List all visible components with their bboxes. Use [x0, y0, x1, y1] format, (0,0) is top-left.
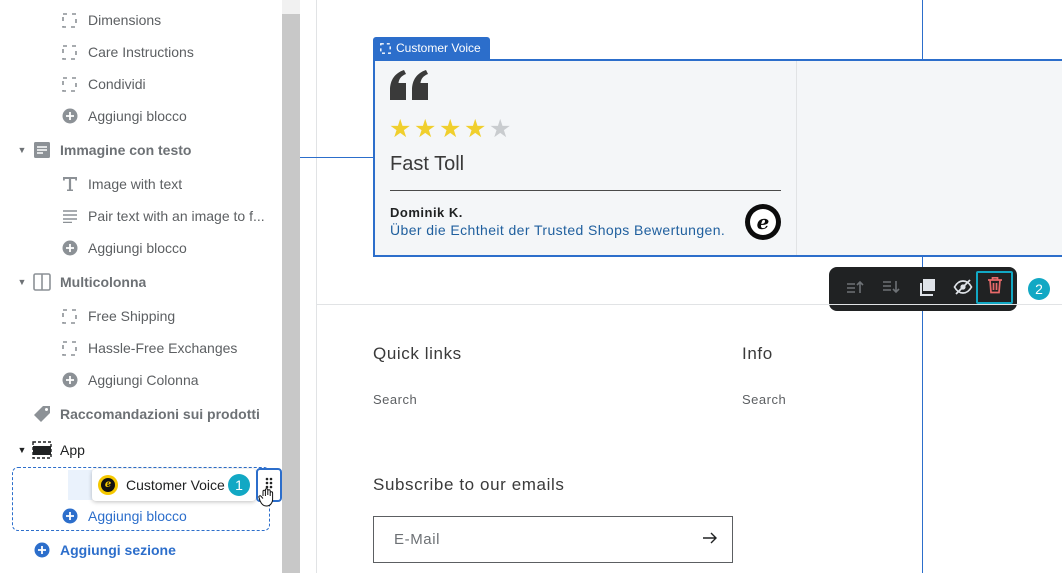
move-down-icon [882, 279, 900, 300]
star-filled-icon: ★ [464, 115, 487, 143]
tag-icon [32, 404, 52, 424]
sidebar-item-label: Image with text [88, 176, 183, 192]
dashed-square-icon [380, 42, 391, 54]
review-author: Dominik K. [390, 205, 463, 220]
add-block-button[interactable]: Aggiungi blocco [0, 501, 282, 531]
email-placeholder: E-Mail [394, 531, 441, 548]
plus-circle-icon [61, 372, 78, 389]
add-block-button[interactable]: Aggiungi blocco [0, 233, 282, 263]
footer-link-search[interactable]: Search [742, 392, 786, 407]
sidebar-item-label: Hassle-Free Exchanges [88, 340, 238, 356]
dashed-square-icon [61, 308, 78, 325]
sidebar-item-hassle-free-exchanges[interactable]: Hassle-Free Exchanges [0, 333, 282, 363]
section-immagine-con-testo[interactable]: ▼ Immagine con testo [0, 135, 282, 165]
sidebar-item-care-instructions[interactable]: Care Instructions [0, 37, 282, 67]
star-filled-icon: ★ [414, 115, 437, 143]
app-section-icon [32, 440, 52, 460]
sidebar-item-image-with-text[interactable]: Image with text [0, 169, 282, 199]
star-empty-icon: ★ [489, 115, 512, 143]
add-section-button[interactable]: Aggiungi sezione [0, 535, 282, 565]
paragraph-lines-icon [61, 208, 78, 225]
trusted-shops-logo: e [745, 204, 781, 240]
quote-icon [388, 70, 430, 109]
caret-down-icon[interactable]: ▼ [16, 145, 28, 155]
email-field[interactable]: E-Mail [373, 516, 733, 563]
duplicate-button[interactable] [909, 274, 945, 304]
caret-down-icon[interactable]: ▼ [16, 277, 28, 287]
sidebar-item-condividi[interactable]: Condividi [0, 69, 282, 99]
info-heading: Info [742, 344, 773, 363]
divider [390, 190, 781, 191]
block-tag-label: Customer Voice [396, 41, 481, 55]
star-rating: ★ ★ ★ ★ ★ [389, 117, 514, 142]
section-app[interactable]: ▼ App [0, 435, 282, 465]
duplicate-icon [918, 278, 936, 301]
sidebar-item-label: Aggiungi blocco [88, 508, 187, 524]
dashed-square-icon [61, 340, 78, 357]
sidebar-scrollbar[interactable] [282, 0, 300, 573]
plus-circle-icon [61, 508, 78, 525]
section-multicolonna[interactable]: ▼ Multicolonna [0, 267, 282, 297]
review-title: Fast Toll [390, 153, 465, 175]
add-block-button[interactable]: Aggiungi blocco [0, 101, 282, 131]
page-border [316, 0, 317, 573]
grab-cursor-icon [258, 488, 276, 513]
quick-links-heading: Quick links [373, 344, 462, 363]
sidebar-item-label: Care Instructions [88, 44, 194, 60]
section-label: Multicolonna [60, 274, 147, 290]
step-badge-1: 1 [228, 474, 250, 496]
image-text-section-icon [32, 140, 52, 160]
step-badge-2: 2 [1028, 278, 1050, 300]
star-filled-icon: ★ [389, 115, 412, 143]
scrollbar-thumb[interactable] [282, 14, 300, 573]
layout-guide [300, 157, 374, 158]
footer-divider [316, 304, 1062, 305]
section-label: Aggiungi sezione [60, 542, 176, 558]
sidebar-item-label: Aggiungi blocco [88, 240, 187, 256]
dashed-square-icon [61, 44, 78, 61]
sidebar-item-label: Aggiungi blocco [88, 108, 187, 124]
sidebar-item-label: Pair text with an image to f... [88, 208, 265, 224]
section-raccomandazioni[interactable]: Raccomandazioni sui prodotti [0, 399, 282, 429]
plus-circle-icon [34, 542, 50, 558]
section-label: Immagine con testo [60, 142, 192, 158]
sidebar-item-label: Aggiungi Colonna [88, 372, 199, 388]
sidebar-item-free-shipping[interactable]: Free Shipping [0, 301, 282, 331]
customer-voice-logo: e [98, 475, 118, 495]
theme-editor: Dimensions Care Instructions Condividi A… [0, 0, 1062, 573]
delete-button[interactable] [976, 271, 1013, 304]
trusted-shops-link[interactable]: Über die Echtheit der Trusted Shops Bewe… [390, 222, 725, 238]
trash-icon [987, 276, 1003, 299]
move-up-button[interactable] [837, 274, 873, 304]
star-filled-icon: ★ [439, 115, 462, 143]
sidebar-item-label: Dimensions [88, 12, 162, 28]
arrow-right-icon[interactable] [702, 531, 718, 549]
drag-placeholder [68, 470, 92, 500]
sidebar-item-dimensions[interactable]: Dimensions [0, 5, 282, 35]
columns-section-icon [32, 272, 52, 292]
sidebar-item-label: Condividi [88, 76, 146, 92]
text-t-icon [61, 176, 78, 193]
block-tag-customer-voice[interactable]: Customer Voice [373, 37, 490, 59]
plus-circle-icon [61, 108, 78, 125]
dragged-block-label: Customer Voice [126, 477, 225, 493]
sidebar-item-label: Free Shipping [88, 308, 176, 324]
add-column-button[interactable]: Aggiungi Colonna [0, 365, 282, 395]
subscribe-heading: Subscribe to our emails [373, 475, 565, 494]
section-label: App [60, 442, 85, 458]
caret-down-icon[interactable]: ▼ [16, 445, 28, 455]
move-up-icon [846, 279, 864, 300]
hide-icon [953, 278, 973, 301]
dashed-square-icon [61, 76, 78, 93]
footer-link-search[interactable]: Search [373, 392, 417, 407]
sidebar-item-pair-text[interactable]: Pair text with an image to f... [0, 201, 282, 231]
plus-circle-icon [61, 240, 78, 257]
dashed-square-icon [61, 12, 78, 29]
move-down-button[interactable] [873, 274, 909, 304]
section-label: Raccomandazioni sui prodotti [60, 406, 260, 422]
